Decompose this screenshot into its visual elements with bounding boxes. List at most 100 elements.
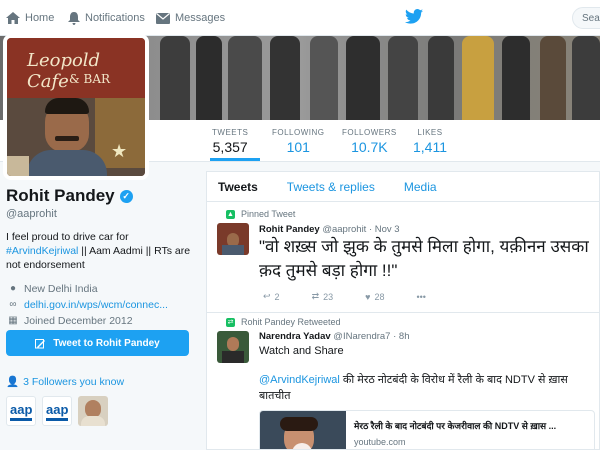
- stat-likes-value: 1,411: [413, 139, 447, 155]
- tweet-author-handle[interactable]: @aaprohit: [322, 224, 366, 235]
- location-text: New Delhi India: [24, 283, 98, 295]
- follower-avatars: aap aap: [6, 396, 114, 426]
- tweet-context-label: Rohit Pandey Retweeted: [241, 317, 341, 327]
- retweet-button[interactable]: ⇄ 23: [308, 291, 334, 302]
- tweet-to-button-label: Tweet to Rohit Pandey: [53, 337, 160, 349]
- follower-avatar-2[interactable]: aap: [42, 396, 72, 426]
- card-domain: youtube.com: [354, 437, 406, 447]
- avatar-sign-subtext: & BAR: [69, 72, 111, 86]
- tweet-text: "वो शख़्स जो झुक के तुमसे मिला होगा, यक़…: [259, 237, 589, 280]
- top-nav: Home Notifications Messages Sear: [0, 0, 600, 36]
- tweet-time[interactable]: · Nov 3: [369, 224, 400, 235]
- profile-name[interactable]: Rohit Pandey: [6, 186, 115, 206]
- calendar-icon: ▦: [8, 315, 18, 326]
- tweet-context: ▲ Pinned Tweet: [226, 209, 296, 219]
- retweet-context-icon: ⇄: [226, 317, 235, 327]
- profile-handle[interactable]: @aaprohit: [6, 208, 196, 220]
- tweet-avatar[interactable]: [217, 331, 249, 363]
- tab-media[interactable]: Media: [393, 172, 437, 201]
- location-row: ● New Delhi India: [6, 281, 196, 297]
- more-icon: •••: [416, 291, 426, 302]
- nav-notifications-label: Notifications: [85, 12, 145, 24]
- aap-logo-text: aap: [46, 402, 69, 417]
- envelope-icon: [156, 12, 170, 24]
- like-button[interactable]: ♥ 28: [361, 291, 384, 302]
- pin-icon: ▲: [226, 209, 235, 219]
- bio-line-1: I feel proud to drive car for: [6, 231, 129, 243]
- profile-info: Rohit Pandey ✓ @aaprohit I feel proud to…: [6, 186, 196, 329]
- nav-notifications[interactable]: Notifications: [68, 0, 145, 36]
- website-link[interactable]: delhi.gov.in/wps/wcm/connec...: [24, 297, 168, 313]
- reply-button[interactable]: ↩ 2: [259, 291, 280, 302]
- tweet-text-2: @ArvindKejriwal की मेरठ नोटबंदी के विरोध…: [259, 372, 595, 404]
- tweet-mention-link[interactable]: @ArvindKejriwal: [259, 374, 340, 386]
- stat-following-label: FOLLOWING: [272, 128, 325, 137]
- heart-icon: ♥: [365, 291, 371, 302]
- profile-name-row: Rohit Pandey ✓: [6, 186, 196, 206]
- active-stat-underline: [210, 158, 260, 161]
- retweet-count: 23: [323, 291, 334, 302]
- stat-tweets-value: 5,357: [212, 139, 248, 155]
- people-icon: 👤: [6, 376, 20, 388]
- profile-meta: ● New Delhi India ∞ delhi.gov.in/wps/wcm…: [6, 281, 196, 329]
- stat-likes-label: LIKES: [417, 128, 443, 137]
- website-row: ∞ delhi.gov.in/wps/wcm/connec...: [6, 297, 196, 313]
- stat-tweets[interactable]: TWEETS 5,357: [212, 128, 248, 155]
- retweet-icon: ⇄: [311, 291, 320, 301]
- followers-you-know[interactable]: 👤 3 Followers you know: [6, 375, 125, 389]
- profile-avatar[interactable]: Leopold Cafe & BAR ★: [3, 34, 149, 180]
- stat-following-value: 101: [286, 139, 310, 155]
- link-icon: ∞: [9, 299, 17, 310]
- home-icon: [6, 12, 20, 24]
- compose-icon: [35, 339, 46, 349]
- tweet-text: Watch and Share: [259, 345, 344, 357]
- reply-count: 2: [274, 291, 280, 302]
- bell-icon: [68, 11, 80, 25]
- tweet-context-label: Pinned Tweet: [241, 209, 296, 219]
- tweet-stream: Tweets Tweets & replies Media ▲ Pinned T…: [206, 171, 600, 450]
- reply-icon: ↩: [263, 291, 271, 301]
- nav-home-label: Home: [25, 12, 55, 24]
- location-pin-icon: ●: [9, 283, 17, 294]
- twitter-bird-icon[interactable]: [405, 9, 423, 24]
- follower-avatar-1[interactable]: aap: [6, 396, 36, 426]
- tweet-author-name[interactable]: Narendra Yadav: [259, 331, 331, 342]
- tweet-item[interactable]: ▲ Pinned Tweet Rohit Pandey @aaprohit · …: [207, 203, 599, 313]
- nav-home[interactable]: Home: [6, 0, 54, 36]
- profile-bio: I feel proud to drive car for #ArvindKej…: [6, 230, 196, 272]
- like-count: 28: [374, 291, 385, 302]
- verified-badge-icon: ✓: [119, 189, 133, 203]
- tweet-header: Rohit Pandey @aaprohit · Nov 3: [259, 224, 400, 235]
- stream-tabs: Tweets Tweets & replies Media: [207, 172, 599, 202]
- stat-followers-label: FOLLOWERS: [342, 128, 397, 137]
- tab-tweets-and-replies[interactable]: Tweets & replies: [276, 172, 375, 201]
- stat-tweets-label: TWEETS: [212, 128, 249, 137]
- tweet-author-name[interactable]: Rohit Pandey: [259, 224, 320, 235]
- aap-logo-text: aap: [10, 402, 33, 417]
- stat-following[interactable]: FOLLOWING 101: [272, 128, 325, 155]
- tweet-to-button[interactable]: Tweet to Rohit Pandey: [6, 330, 189, 356]
- more-button[interactable]: •••: [412, 291, 425, 302]
- stat-followers[interactable]: FOLLOWERS 10.7K: [342, 128, 397, 155]
- nav-messages[interactable]: Messages: [156, 0, 225, 36]
- card-thumbnail: [260, 411, 346, 449]
- tweet-author-handle[interactable]: @INarendra7: [333, 331, 390, 342]
- tab-tweets[interactable]: Tweets: [207, 172, 258, 201]
- search-input[interactable]: Sear: [572, 7, 600, 29]
- bio-hashtag-link[interactable]: #ArvindKejriwal: [6, 245, 78, 257]
- stat-followers-value: 10.7K: [351, 139, 388, 155]
- stat-likes[interactable]: LIKES 1,411: [413, 128, 447, 155]
- tweet-avatar[interactable]: [217, 223, 249, 255]
- tweet-context: ⇄ Rohit Pandey Retweeted: [226, 317, 341, 327]
- tweet-actions: ↩ 2 ⇄ 23 ♥ 28 •••: [259, 291, 454, 302]
- tweet-header: Narendra Yadav @INarendra7 · 8h: [259, 331, 409, 342]
- card-title: मेरठ रैली के बाद नोटबंदी पर केजरीवाल की …: [354, 421, 557, 431]
- nav-messages-label: Messages: [175, 12, 226, 24]
- joined-text: Joined December 2012: [24, 315, 133, 327]
- followers-you-know-label: 3 Followers you know: [23, 375, 125, 388]
- joined-row: ▦ Joined December 2012: [6, 313, 196, 329]
- link-card[interactable]: मेरठ रैली के बाद नोटबंदी पर केजरीवाल की …: [259, 410, 595, 449]
- follower-avatar-3[interactable]: [78, 396, 108, 426]
- tweet-time[interactable]: · 8h: [393, 331, 409, 342]
- twitter-profile-page: Home Notifications Messages Sear TWEETS …: [0, 0, 600, 450]
